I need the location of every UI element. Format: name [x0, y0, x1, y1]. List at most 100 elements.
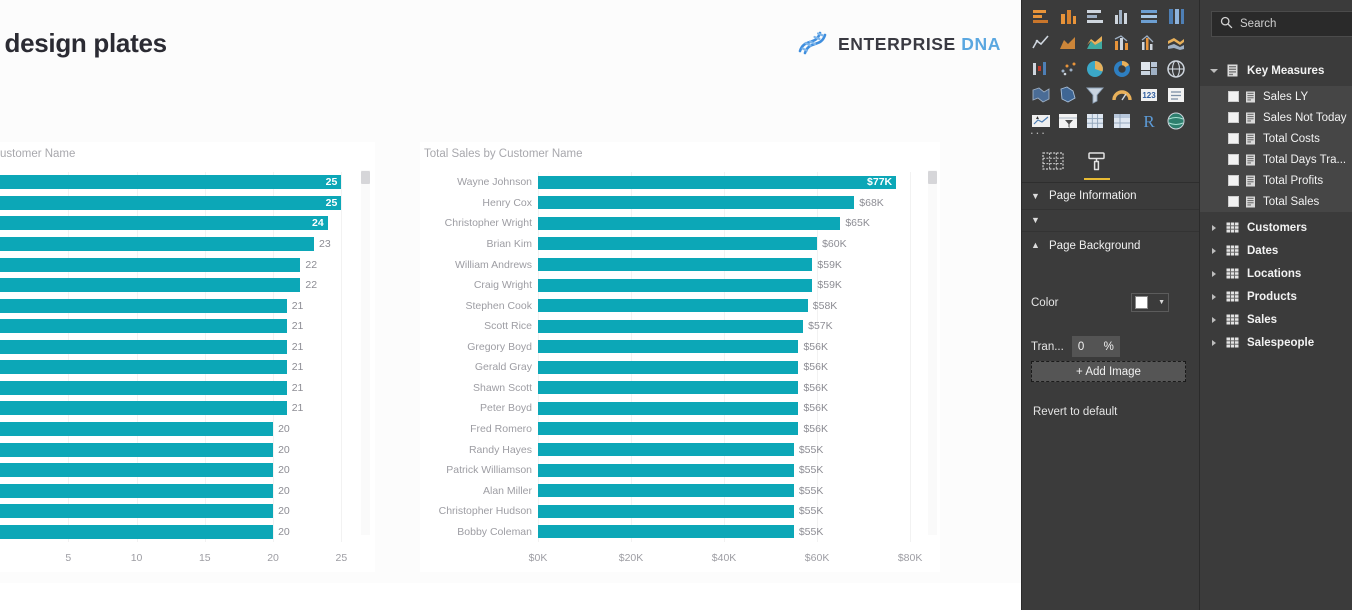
bar[interactable]: [538, 360, 799, 374]
bar[interactable]: [538, 504, 794, 518]
plot-area[interactable]: $0K $20K $40K $60K $80K Wayne Johnson $77K Henr…: [439, 172, 938, 564]
stacked-column-chart-icon[interactable]: [1055, 4, 1081, 29]
revert-to-default-link[interactable]: Revert to default: [1033, 406, 1117, 418]
python-visual-icon[interactable]: [1163, 108, 1189, 133]
multi-row-card-icon[interactable]: [1163, 82, 1189, 107]
bar[interactable]: [538, 401, 799, 415]
scatter-chart-icon[interactable]: [1055, 56, 1081, 81]
field-item-total-profits[interactable]: Total Profits: [1200, 170, 1352, 191]
bar[interactable]: [0, 195, 342, 210]
shape-map-icon[interactable]: [1055, 82, 1081, 107]
slicer-icon[interactable]: [1055, 108, 1081, 133]
stacked-bar-chart-icon[interactable]: [1028, 4, 1054, 29]
field-item-total-sales[interactable]: Total Sales: [1200, 191, 1352, 212]
visualization-icon-grid[interactable]: 123 ▲ R: [1028, 4, 1194, 133]
field-item-sales-ly[interactable]: Sales LY: [1200, 86, 1352, 107]
field-item-sales[interactable]: Sales: [1200, 309, 1352, 330]
format-section-page-background[interactable]: ▲ Page Background: [1022, 232, 1200, 259]
field-item-key-measures[interactable]: Key Measures: [1200, 60, 1352, 81]
pie-chart-icon[interactable]: [1082, 56, 1108, 81]
field-item-locations[interactable]: Locations: [1200, 263, 1352, 284]
bar[interactable]: [538, 237, 818, 251]
bar[interactable]: [0, 175, 342, 190]
bar[interactable]: [0, 360, 287, 375]
map-icon[interactable]: [1163, 56, 1189, 81]
bar[interactable]: [0, 236, 315, 251]
bar[interactable]: [538, 216, 841, 230]
bar[interactable]: [538, 340, 799, 354]
treemap-icon[interactable]: [1136, 56, 1162, 81]
bar[interactable]: [0, 421, 274, 436]
bar[interactable]: [538, 422, 799, 436]
triangle-down-icon[interactable]: [1208, 68, 1220, 73]
percent-stacked-column-chart-icon[interactable]: [1163, 4, 1189, 29]
ribbon-chart-icon[interactable]: [1163, 30, 1189, 55]
visualization-gallery[interactable]: 123 ▲ R: [1022, 0, 1200, 142]
triangle-right-icon[interactable]: [1208, 339, 1220, 346]
bar[interactable]: [538, 463, 794, 477]
chart-quantity-by-customer-name[interactable]: ustomer Name 5 10 15 20 25 25 25 24 23 22 22 21 21 21…: [0, 142, 375, 572]
line-chart-icon[interactable]: [1028, 30, 1054, 55]
more-visuals-button[interactable]: ...: [1030, 123, 1047, 136]
clustered-bar-chart-icon[interactable]: [1082, 4, 1108, 29]
bar[interactable]: [0, 278, 301, 293]
bar[interactable]: [538, 175, 897, 189]
bar[interactable]: [0, 257, 301, 272]
triangle-right-icon[interactable]: [1208, 247, 1220, 254]
field-checkbox[interactable]: [1228, 91, 1239, 102]
field-item-customers[interactable]: Customers: [1200, 217, 1352, 238]
field-item-dates[interactable]: Dates: [1200, 240, 1352, 261]
bar[interactable]: [0, 504, 274, 519]
funnel-chart-icon[interactable]: [1082, 82, 1108, 107]
field-checkbox[interactable]: [1228, 196, 1239, 207]
matrix-icon[interactable]: [1109, 108, 1135, 133]
background-color-row[interactable]: Color ▼: [1031, 293, 1191, 312]
plot-area[interactable]: 5 10 15 20 25 25 25 24 23 22 22 21 21 21 21 21 21 20 20 20 2…: [0, 172, 355, 564]
donut-chart-icon[interactable]: [1109, 56, 1135, 81]
bar[interactable]: [0, 380, 287, 395]
bar[interactable]: [0, 298, 287, 313]
bar[interactable]: [0, 524, 274, 539]
line-stacked-column-chart-icon[interactable]: [1109, 30, 1135, 55]
clustered-column-chart-icon[interactable]: [1109, 4, 1135, 29]
chart-scrollbar-thumb[interactable]: [928, 171, 937, 184]
bar[interactable]: [0, 483, 274, 498]
bar[interactable]: [0, 319, 287, 334]
field-item-products[interactable]: Products: [1200, 286, 1352, 307]
bar[interactable]: [538, 278, 813, 292]
table-icon[interactable]: [1082, 108, 1108, 133]
card-icon[interactable]: 123: [1136, 82, 1162, 107]
triangle-right-icon[interactable]: [1208, 270, 1220, 277]
chart-total-sales-by-customer-name[interactable]: Total Sales by Customer Name $0K $20K $40K…: [420, 142, 940, 572]
field-checkbox[interactable]: [1228, 112, 1239, 123]
field-checkbox[interactable]: [1228, 154, 1239, 165]
format-section-page-information[interactable]: ▼ Page Information: [1022, 183, 1200, 210]
field-item-sales-not-today[interactable]: Sales Not Today: [1200, 107, 1352, 128]
field-checkbox[interactable]: [1228, 175, 1239, 186]
field-item-total-days-tra[interactable]: Total Days Tra...: [1200, 149, 1352, 170]
filled-map-icon[interactable]: [1028, 82, 1054, 107]
add-image-button[interactable]: + Add Image: [1031, 361, 1186, 382]
color-picker-button[interactable]: ▼: [1131, 293, 1169, 312]
bar[interactable]: [0, 401, 287, 416]
bar[interactable]: [538, 484, 794, 498]
bar[interactable]: [538, 258, 813, 271]
bar[interactable]: [0, 463, 274, 478]
chart-scrollbar-thumb[interactable]: [361, 171, 370, 184]
transparency-stepper[interactable]: 0 %: [1071, 336, 1120, 357]
gauge-chart-icon[interactable]: [1109, 82, 1135, 107]
field-item-total-costs[interactable]: Total Costs: [1200, 128, 1352, 149]
search-input[interactable]: Search: [1211, 11, 1352, 37]
report-canvas[interactable]: d design plates ENTERPRISE DNA ustomer N…: [0, 0, 1021, 610]
chart-scrollbar-track[interactable]: [928, 170, 937, 535]
bar[interactable]: [0, 216, 328, 231]
area-chart-icon[interactable]: [1055, 30, 1081, 55]
triangle-right-icon[interactable]: [1208, 224, 1220, 231]
field-checkbox[interactable]: [1228, 133, 1239, 144]
percent-stacked-bar-chart-icon[interactable]: [1136, 4, 1162, 29]
bar[interactable]: [538, 319, 804, 333]
triangle-right-icon[interactable]: [1208, 293, 1220, 300]
bar[interactable]: [538, 299, 808, 313]
tab-fields[interactable]: [1036, 148, 1070, 180]
transparency-row[interactable]: Tran... 0 %: [1031, 336, 1196, 357]
